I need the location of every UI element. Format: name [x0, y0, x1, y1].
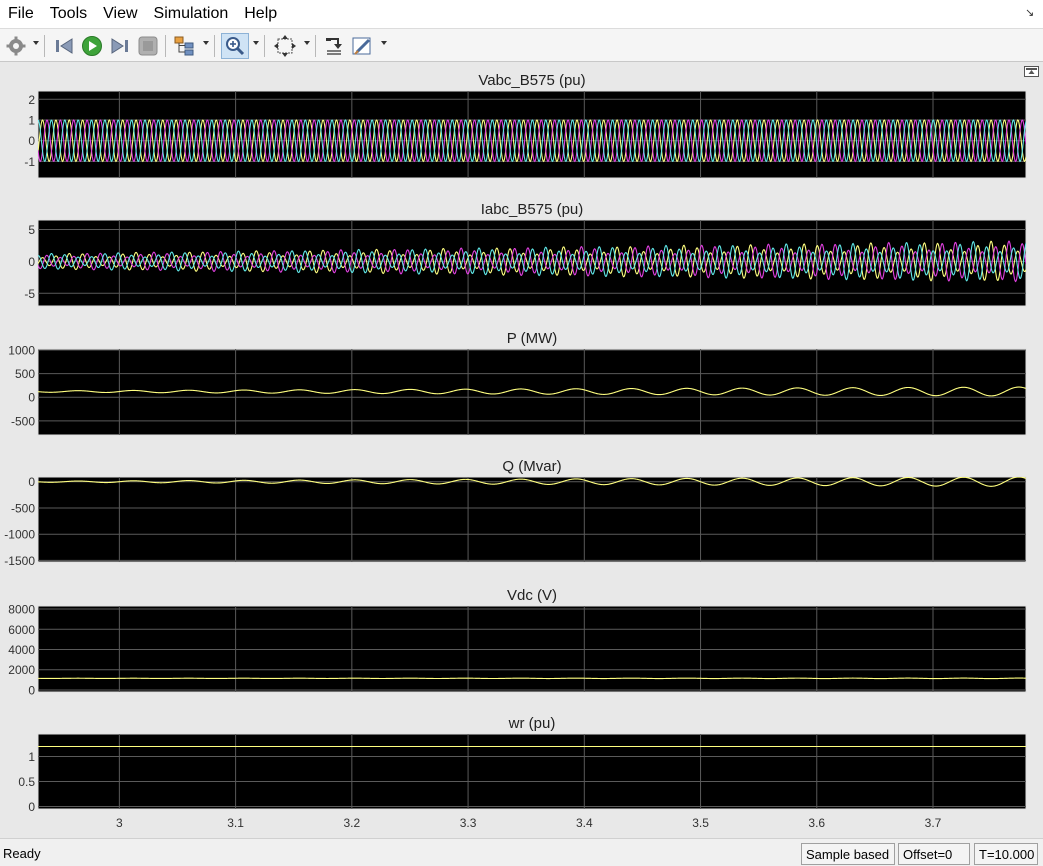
y-tick-label: 0: [28, 255, 35, 269]
style-dropdown-icon[interactable]: [381, 41, 387, 45]
y-tick-label: 2: [28, 93, 35, 107]
axes-panel: Q (Mvar) -1500 -1000 -500 0: [4, 458, 1027, 568]
toolbar-separator: [315, 35, 316, 57]
y-tick-label: -500: [11, 501, 35, 515]
status-text: Ready: [3, 846, 41, 861]
y-tick-label: -1: [24, 155, 35, 169]
y-tick-label: 0: [28, 475, 35, 489]
plot-background[interactable]: [37, 476, 1027, 563]
y-tick-label: 500: [15, 367, 35, 381]
run-icon[interactable]: [81, 35, 103, 57]
autoscale-dropdown-icon[interactable]: [304, 41, 310, 45]
toolbar-separator: [165, 35, 166, 57]
axes-title: Q (Mvar): [502, 458, 561, 475]
zoom-dropdown-icon[interactable]: [253, 41, 259, 45]
axes-panel: Iabc_B575 (pu) -5 0 5: [24, 201, 1027, 307]
axes-panel: wr (pu) 0 0.5 1: [18, 715, 1027, 814]
x-tick-label: 3.3: [460, 816, 477, 830]
x-tick-label: 3.6: [808, 816, 825, 830]
y-tick-label: -500: [11, 414, 35, 428]
signal-trace: [38, 677, 1026, 680]
y-tick-label: 1000: [8, 343, 35, 357]
sample-mode-indicator: Sample based: [801, 843, 895, 865]
axes-title: Iabc_B575 (pu): [481, 201, 584, 218]
axes-title: Vdc (V): [507, 587, 557, 604]
restore-view-icon[interactable]: [323, 35, 345, 57]
scope-window: File Tools View Simulation Help ↘ Vabc_B…: [0, 0, 1043, 866]
menu-simulation[interactable]: Simulation: [146, 0, 237, 28]
step-forward-icon[interactable]: [109, 35, 131, 57]
offset-indicator: Offset=0: [898, 843, 970, 865]
menu-view[interactable]: View: [95, 0, 145, 28]
axes-panel: Vdc (V) 0 2000 4000 6000 8000: [8, 587, 1027, 697]
status-bar: Ready Sample based Offset=0 T=10.000: [0, 838, 1043, 866]
autoscale-icon[interactable]: [273, 35, 297, 57]
axes-title: wr (pu): [508, 715, 556, 732]
x-tick-label: 3.2: [343, 816, 360, 830]
zoom-in-icon[interactable]: [224, 35, 246, 57]
y-tick-label: 8000: [8, 603, 35, 617]
y-tick-label: -1000: [4, 528, 35, 542]
hierarchy-dropdown-icon[interactable]: [203, 41, 209, 45]
toolbar-separator: [44, 35, 45, 57]
time-indicator: T=10.000: [974, 843, 1038, 865]
plot-background[interactable]: [37, 348, 1027, 436]
y-tick-label: 0: [28, 683, 35, 697]
settings-dropdown-icon[interactable]: [33, 41, 39, 45]
y-tick-label: -5: [24, 287, 35, 301]
x-tick-label: 3.5: [692, 816, 709, 830]
x-tick-label: 3: [116, 816, 123, 830]
x-tick-label: 3.7: [925, 816, 942, 830]
axes-title: Vabc_B575 (pu): [478, 72, 585, 89]
toolbar-separator: [214, 35, 215, 57]
scope-axes: Vabc_B575 (pu) -1 0 1 2 Iabc_B575 (pu) -5 0 5 P (…: [4, 72, 1027, 830]
axes-title: P (MW): [507, 330, 558, 347]
axes-panel: Vabc_B575 (pu) -1 0 1 2: [24, 72, 1027, 179]
y-tick-label: -1500: [4, 554, 35, 568]
dock-arrow-icon[interactable]: ↘: [1025, 6, 1037, 20]
y-tick-label: 0: [28, 391, 35, 405]
y-tick-label: 4000: [8, 643, 35, 657]
axes-panel: P (MW) -500 0 500 1000: [8, 330, 1027, 436]
step-back-icon[interactable]: [53, 35, 75, 57]
menu-file[interactable]: File: [0, 0, 42, 28]
settings-gear-icon[interactable]: [5, 35, 27, 57]
style-icon[interactable]: [351, 35, 375, 57]
y-tick-label: 6000: [8, 623, 35, 637]
stop-icon[interactable]: [137, 35, 159, 57]
x-tick-label: 3.4: [576, 816, 593, 830]
y-tick-label: 2000: [8, 663, 35, 677]
undock-icon[interactable]: [1024, 66, 1039, 77]
menu-tools[interactable]: Tools: [42, 0, 95, 28]
y-tick-label: 1: [28, 750, 35, 764]
y-tick-label: 0: [28, 134, 35, 148]
toolbar-separator: [264, 35, 265, 57]
y-tick-label: 0.5: [18, 775, 35, 789]
y-tick-label: 5: [28, 223, 35, 237]
y-tick-label: 0: [28, 800, 35, 814]
y-tick-label: 1: [28, 114, 35, 128]
menu-help[interactable]: Help: [236, 0, 285, 28]
x-tick-label: 3.1: [227, 816, 244, 830]
menu-bar: File Tools View Simulation Help ↘: [0, 0, 1043, 28]
toolbar: [0, 28, 1043, 62]
signal-hierarchy-icon[interactable]: [173, 35, 197, 57]
plot-background[interactable]: [37, 733, 1027, 810]
